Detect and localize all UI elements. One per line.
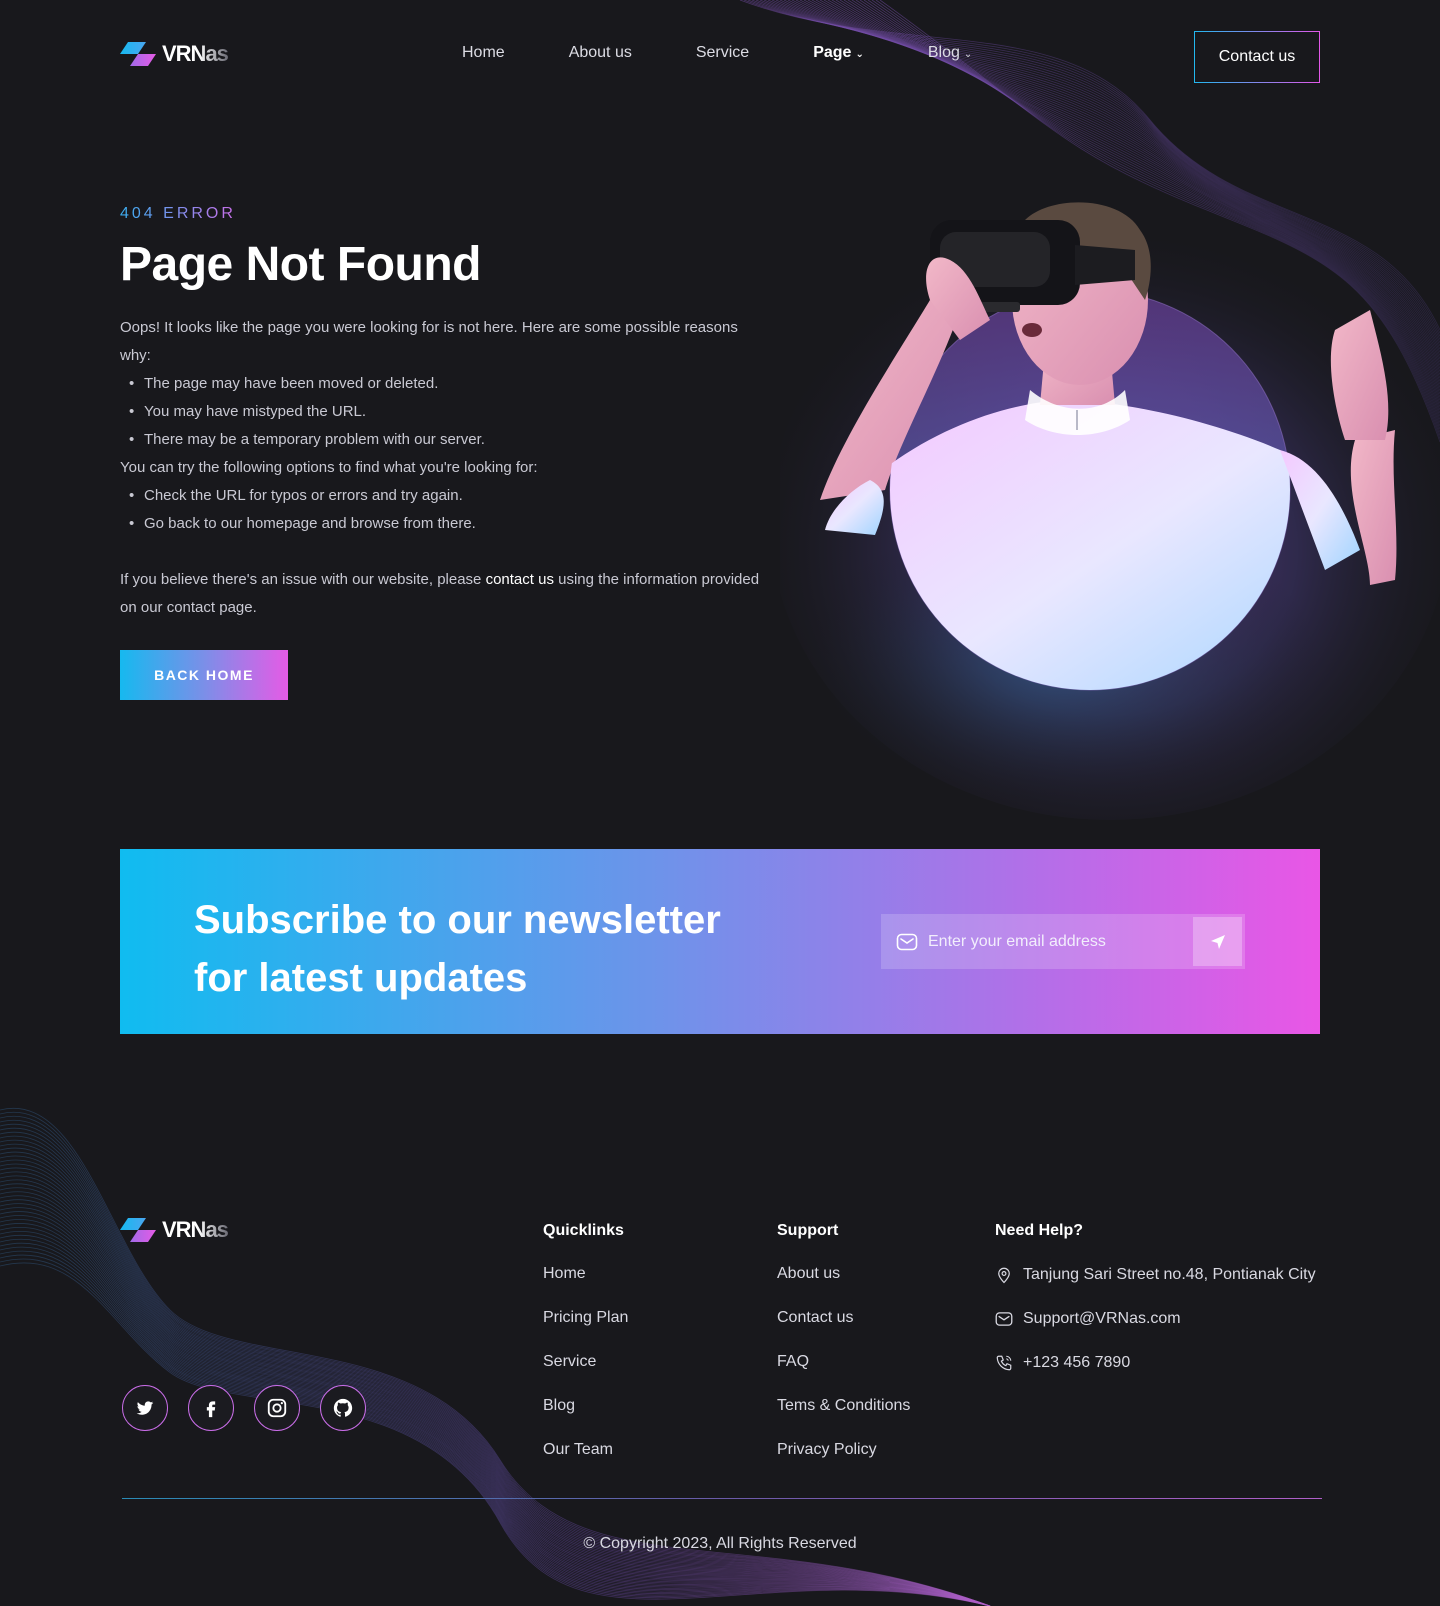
footer-link-pricing[interactable]: Pricing Plan <box>543 1309 628 1328</box>
email-input[interactable] <box>928 932 1178 951</box>
nav-item-label: Service <box>695 44 750 61</box>
footer-link-blog[interactable]: Blog <box>543 1397 628 1416</box>
nav-item-label: About us <box>568 44 632 61</box>
site-header: VRNas Home About us Service Page ⌄ Blog ⌄ … <box>0 0 1440 112</box>
logo-mark-icon <box>120 1218 156 1242</box>
error-content: 404 ERROR Page Not Found Oops! It looks … <box>120 205 760 700</box>
subscribe-button[interactable] <box>1193 917 1242 966</box>
nav-item-label: Page <box>813 44 852 61</box>
newsletter-heading: Subscribe to our newsletter for latest up… <box>194 891 754 1007</box>
support-column: Support About us Contact us FAQ Tems & C… <box>777 1222 910 1460</box>
main-menu: Home About us Service Page ⌄ Blog ⌄ <box>462 44 1036 62</box>
footer-link-home[interactable]: Home <box>543 1265 628 1284</box>
options-list: Check the URL for typos or errors and tr… <box>120 482 760 538</box>
nav-item-page[interactable]: Page ⌄ <box>813 44 864 62</box>
newsletter-heading-line: for latest updates <box>194 956 528 1000</box>
footer-divider <box>122 1498 1322 1499</box>
phone-number-link[interactable]: +123 456 7890 <box>1023 1354 1130 1372</box>
reasons-list: The page may have been moved or deleted.… <box>120 370 760 454</box>
nav-item-home[interactable]: Home <box>462 44 505 62</box>
contact-note: If you believe there's an issue with our… <box>120 566 760 622</box>
back-home-button[interactable]: BACK HOME <box>120 650 288 700</box>
nav-item-service[interactable]: Service <box>696 44 749 62</box>
nav-item-label: Blog <box>927 44 960 61</box>
facebook-link[interactable] <box>188 1385 234 1431</box>
social-links <box>122 1385 386 1431</box>
note-text: If you believe there's an issue with our… <box>120 571 486 588</box>
logo-text: VRNas <box>162 1217 229 1242</box>
page-title: Page Not Found <box>120 238 481 291</box>
send-icon <box>1210 934 1225 949</box>
nav-item-blog[interactable]: Blog ⌄ <box>928 44 972 62</box>
twitter-icon <box>136 1401 154 1415</box>
mail-icon <box>995 1310 1023 1328</box>
error-code-label: 404 ERROR <box>120 205 236 222</box>
error-description: Oops! It looks like the page you were lo… <box>120 314 760 622</box>
list-item: You may have mistyped the URL. <box>120 398 760 426</box>
newsletter-form <box>881 914 1245 969</box>
email-row[interactable]: Support@VRNas.com <box>995 1309 1316 1328</box>
address-row: Tanjung Sari Street no.48, Pontianak Cit… <box>995 1265 1316 1284</box>
header-logo[interactable]: VRNas <box>120 40 229 68</box>
nav-item-about[interactable]: About us <box>569 44 632 62</box>
footer-link-service[interactable]: Service <box>543 1353 628 1372</box>
instagram-icon <box>267 1398 287 1418</box>
mail-icon <box>896 931 918 953</box>
copyright-text: © Copyright 2023, All Rights Reserved <box>583 1535 857 1552</box>
quicklinks-column: Quicklinks Home Pricing Plan Service Blo… <box>543 1222 628 1460</box>
column-heading: Support <box>777 1222 839 1239</box>
contact-us-link[interactable]: contact us <box>486 571 554 588</box>
footer-logo[interactable]: VRNas <box>120 1216 229 1244</box>
footer-link-contact[interactable]: Contact us <box>777 1309 910 1328</box>
list-item: Go back to our homepage and browse from … <box>120 510 760 538</box>
options-intro-text: You can try the following options to fin… <box>120 459 538 476</box>
column-heading: Quicklinks <box>543 1222 624 1239</box>
footer-link-team[interactable]: Our Team <box>543 1441 628 1460</box>
footer-link-privacy[interactable]: Privacy Policy <box>777 1441 910 1460</box>
intro-text: Oops! It looks like the page you were lo… <box>120 319 738 364</box>
logo-text: VRNas <box>162 41 229 66</box>
help-column: Need Help? Tanjung Sari Street no.48, Po… <box>995 1222 1316 1372</box>
chevron-down-icon: ⌄ <box>855 49 864 60</box>
github-link[interactable] <box>320 1385 366 1431</box>
logo-mark-icon <box>120 42 156 66</box>
twitter-link[interactable] <box>122 1385 168 1431</box>
list-item: There may be a temporary problem with ou… <box>120 426 760 454</box>
nav-item-label: Home <box>462 44 505 61</box>
column-heading: Need Help? <box>995 1222 1084 1239</box>
phone-row[interactable]: +123 456 7890 <box>995 1353 1316 1372</box>
footer-link-faq[interactable]: FAQ <box>777 1353 910 1372</box>
list-item: Check the URL for typos or errors and tr… <box>120 482 760 510</box>
footer-link-terms[interactable]: Tems & Conditions <box>777 1397 910 1416</box>
address-text: Tanjung Sari Street no.48, Pontianak Cit… <box>1023 1265 1316 1283</box>
facebook-icon <box>206 1401 216 1418</box>
github-icon <box>333 1398 353 1417</box>
footer-link-about[interactable]: About us <box>777 1265 910 1284</box>
chevron-down-icon: ⌄ <box>963 49 973 60</box>
vr-person-illustration <box>780 202 1440 820</box>
location-pin-icon <box>995 1266 1023 1284</box>
newsletter-banner: Subscribe to our newsletter for latest up… <box>120 849 1320 1034</box>
newsletter-heading-line: Subscribe to our newsletter <box>194 898 721 942</box>
list-item: The page may have been moved or deleted. <box>120 370 760 398</box>
phone-icon <box>995 1354 1023 1372</box>
support-email-link[interactable]: Support@VRNas.com <box>1023 1310 1181 1328</box>
instagram-link[interactable] <box>254 1385 300 1431</box>
contact-us-button[interactable]: Contact us <box>1194 31 1320 83</box>
